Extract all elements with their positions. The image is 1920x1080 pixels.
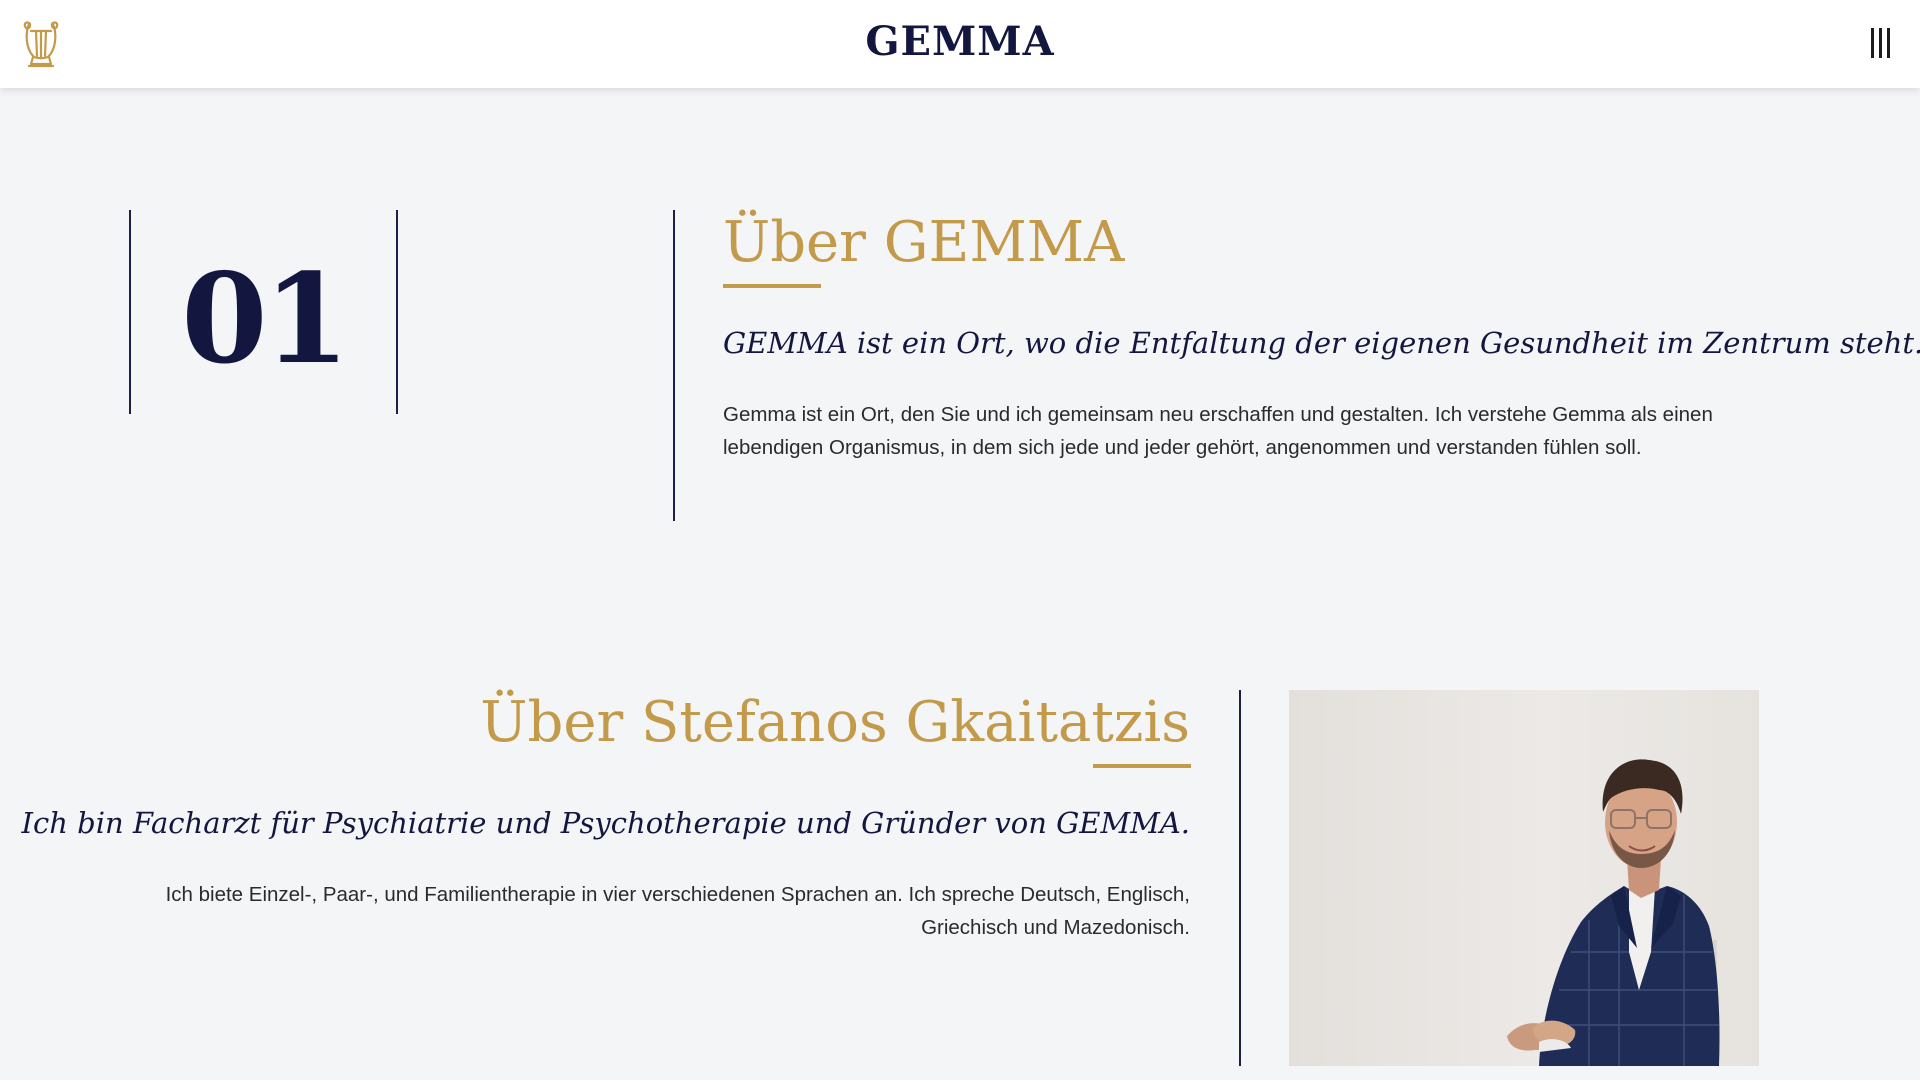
site-title[interactable]: GEMMA bbox=[0, 18, 1920, 66]
menu-bar bbox=[1887, 28, 1890, 58]
founder-portrait bbox=[1289, 690, 1759, 1066]
section-number: 01 bbox=[181, 247, 350, 392]
section-divider bbox=[1239, 690, 1241, 1066]
section-number-box: 01 bbox=[129, 210, 398, 414]
menu-icon[interactable] bbox=[1870, 28, 1892, 58]
section-lead: Ich bin Facharzt für Psychiatrie und Psy… bbox=[21, 806, 1190, 840]
title-underline bbox=[1093, 764, 1191, 768]
section-divider bbox=[673, 210, 675, 521]
title-underline bbox=[723, 284, 821, 288]
section-lead: GEMMA ist ein Ort, wo die Entfaltung der… bbox=[723, 326, 1920, 360]
section-title: Über GEMMA bbox=[723, 210, 1125, 275]
section-title: Über Stefanos Gkaitatzis bbox=[480, 690, 1190, 755]
section-body: Ich biete Einzel-, Paar-, und Familienth… bbox=[165, 883, 1190, 939]
section-body: Gemma ist ein Ort, den Sie und ich gemei… bbox=[723, 403, 1713, 459]
menu-bar bbox=[1879, 28, 1882, 58]
top-navigation-bar: GEMMA bbox=[0, 0, 1920, 88]
menu-bar bbox=[1871, 28, 1874, 58]
